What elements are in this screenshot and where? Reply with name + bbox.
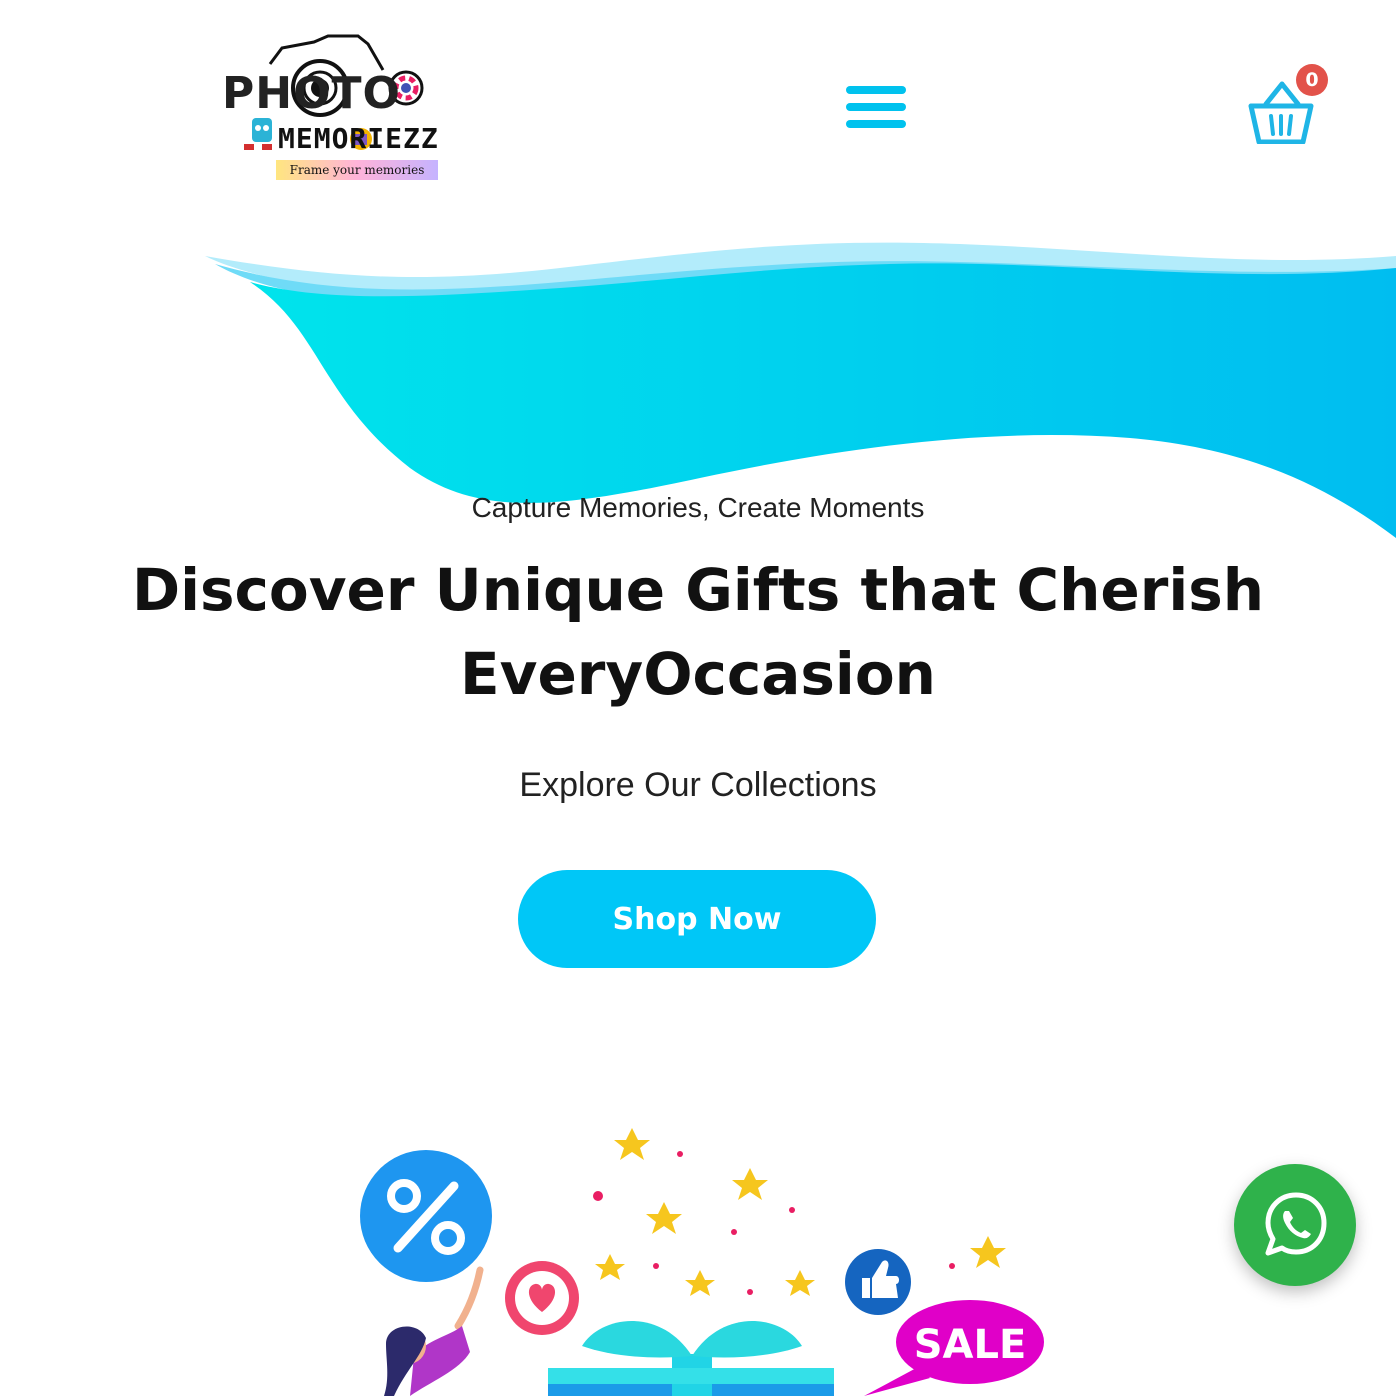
gift-sale-illustration: SALE (360, 1128, 1044, 1396)
menu-button[interactable] (846, 86, 906, 132)
shop-now-button[interactable]: Shop Now (518, 870, 876, 968)
whatsapp-chat-button[interactable] (1234, 1164, 1356, 1286)
percent-icon (360, 1150, 492, 1282)
hero-tagline: Capture Memories, Create Moments (471, 492, 925, 523)
logo-tagline: Frame your memories (276, 160, 438, 180)
logo-word-memoriezz: MEMORIEZZ (278, 122, 439, 155)
hero-headline: Discover Unique Gifts that Cherish Every… (131, 556, 1265, 708)
person-figure (384, 1266, 484, 1396)
thumbs-up-icon (845, 1249, 911, 1315)
heart-icon (505, 1261, 579, 1335)
gift-box-icon (548, 1321, 834, 1396)
cart-count-badge: 0 (1296, 64, 1328, 96)
whatsapp-icon (1265, 1192, 1327, 1256)
explore-collections-heading: Explore Our Collections (519, 766, 877, 804)
sale-label: SALE (914, 1322, 1027, 1368)
hamburger-menu-icon (846, 86, 906, 94)
logo-word-photo: PHOTO (222, 68, 401, 119)
cart-button[interactable]: 0 (1246, 64, 1332, 144)
sale-speech-bubble: SALE (864, 1300, 1044, 1396)
star-icons (595, 1128, 1006, 1296)
site-logo[interactable]: PHOTO MEMORIEZZ Frame your memories (218, 34, 458, 184)
